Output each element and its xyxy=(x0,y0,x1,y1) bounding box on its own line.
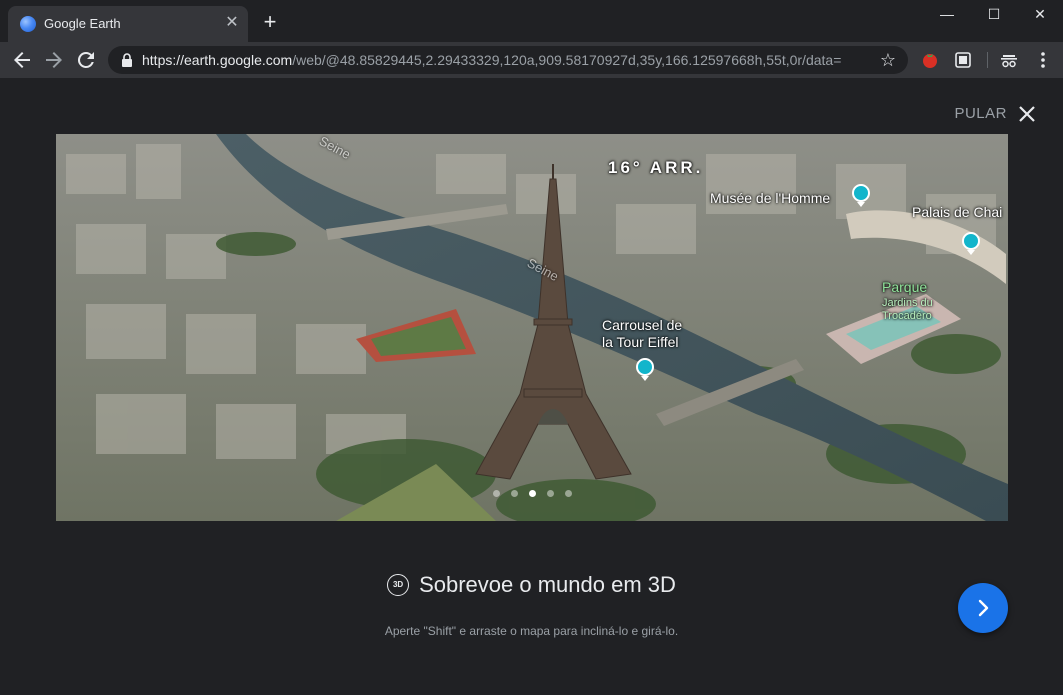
next-slide-button[interactable] xyxy=(958,583,1008,633)
map-label-district: 16° ARR. xyxy=(608,158,704,177)
slide-dot[interactable] xyxy=(565,490,572,497)
map-label-parque: Parque xyxy=(882,279,928,295)
map-label-carrousel-de: Carrousel de xyxy=(602,317,683,333)
bookmark-star-icon[interactable]: ☆ xyxy=(878,50,898,70)
incognito-profile-icon[interactable] xyxy=(999,50,1019,70)
slide-hint: Aperte "Shift" e arraste o mapa para inc… xyxy=(384,624,679,638)
camera-poi-icon[interactable] xyxy=(962,232,980,255)
url-path: /web/@48.85829445,2.29433329,120a,909.58… xyxy=(292,52,842,68)
browser-menu-icon[interactable] xyxy=(1033,50,1053,70)
slide-dot-active[interactable] xyxy=(529,490,536,497)
url-host: https://earth.google.com xyxy=(142,52,293,68)
camera-poi-icon[interactable] xyxy=(852,184,870,207)
tab-strip: Google Earth ✕ + — ☐ ✕ xyxy=(0,0,1063,42)
map-label-musee-de-lhomme: Musée de l'Homme xyxy=(710,190,831,206)
back-arrow-icon[interactable] xyxy=(10,48,34,72)
tomato-extension-icon[interactable] xyxy=(920,50,940,70)
chevron-right-icon xyxy=(978,599,989,617)
minimize-button[interactable]: — xyxy=(924,0,970,28)
close-icon[interactable] xyxy=(1017,104,1037,124)
reload-icon[interactable] xyxy=(74,48,98,72)
camera-poi-icon[interactable] xyxy=(636,358,654,381)
lock-icon xyxy=(122,53,132,67)
address-bar[interactable]: https://earth.google.com/web/@48.8582944… xyxy=(108,46,908,74)
slide-dot[interactable] xyxy=(547,490,554,497)
slide-title: Sobrevoe o mundo em 3D xyxy=(419,572,676,597)
toolbar-separator xyxy=(987,52,988,68)
browser-tab-google-earth[interactable]: Google Earth ✕ xyxy=(8,6,248,42)
maximize-button[interactable]: ☐ xyxy=(971,0,1017,28)
window-close-button[interactable]: ✕ xyxy=(1017,0,1063,28)
slide-dot[interactable] xyxy=(511,490,518,497)
tab-title: Google Earth xyxy=(44,16,121,31)
browser-toolbar: https://earth.google.com/web/@48.8582944… xyxy=(0,42,1063,78)
skip-button[interactable]: PULAR xyxy=(954,105,1007,122)
new-tab-button[interactable]: + xyxy=(258,10,282,34)
forward-arrow-icon[interactable] xyxy=(42,48,66,72)
map-label-la-tour-eiffel: la Tour Eiffel xyxy=(602,334,679,350)
map-label-palais-de-chaillot: Palais de Chai xyxy=(912,204,1003,220)
reader-extension-icon[interactable] xyxy=(953,50,973,70)
url-text[interactable]: https://earth.google.com/web/@48.8582944… xyxy=(142,52,842,68)
slide-dot[interactable] xyxy=(493,490,500,497)
map-label-trocadero: Trocadéro xyxy=(882,310,932,322)
earth-favicon-icon xyxy=(20,16,36,32)
google-earth-onboarding: PULAR 16° ARR. Musée de l'Homme Palais d… xyxy=(0,78,1063,695)
map-label-jardins-du: Jardins du xyxy=(882,297,933,309)
3d-icon: 3D xyxy=(387,574,410,596)
eiffel-tower-3d-image: 16° ARR. Musée de l'Homme Palais de Chai… xyxy=(56,134,1008,521)
tab-close-icon[interactable]: ✕ xyxy=(222,13,242,33)
slide-caption: 3D Sobrevoe o mundo em 3D xyxy=(0,572,1063,602)
